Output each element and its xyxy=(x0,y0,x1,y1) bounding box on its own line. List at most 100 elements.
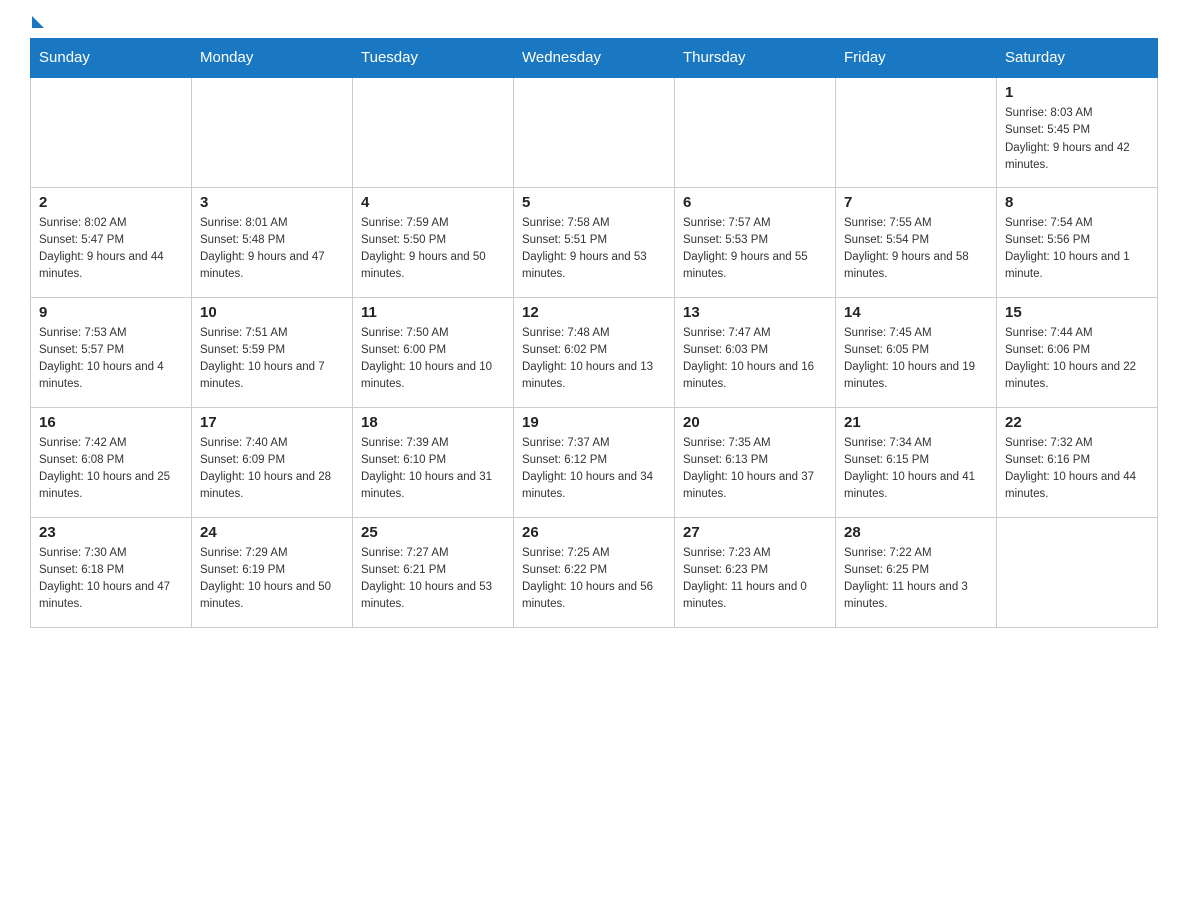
day-number: 28 xyxy=(844,524,988,541)
calendar-cell: 22 Sunrise: 7:32 AM Sunset: 6:16 PM Dayli… xyxy=(997,407,1158,517)
day-number: 16 xyxy=(39,414,183,431)
day-number: 13 xyxy=(683,304,827,321)
calendar-week-row: 2 Sunrise: 8:02 AM Sunset: 5:47 PM Daylig… xyxy=(31,187,1158,297)
day-of-week-header: Monday xyxy=(192,39,353,78)
day-number: 10 xyxy=(200,304,344,321)
day-info: Sunrise: 7:53 AM Sunset: 5:57 PM Dayligh… xyxy=(39,325,183,394)
calendar-cell xyxy=(514,77,675,187)
day-info: Sunrise: 7:54 AM Sunset: 5:56 PM Dayligh… xyxy=(1005,215,1149,284)
day-number: 7 xyxy=(844,194,988,211)
calendar-cell xyxy=(192,77,353,187)
day-info: Sunrise: 7:34 AM Sunset: 6:15 PM Dayligh… xyxy=(844,435,988,504)
day-info: Sunrise: 7:55 AM Sunset: 5:54 PM Dayligh… xyxy=(844,215,988,284)
day-number: 19 xyxy=(522,414,666,431)
logo-arrow-icon xyxy=(32,16,44,28)
day-number: 27 xyxy=(683,524,827,541)
day-number: 12 xyxy=(522,304,666,321)
calendar-cell: 3Sunrise: 8:01 AM Sunset: 5:48 PM Daylig… xyxy=(192,187,353,297)
day-of-week-header: Tuesday xyxy=(353,39,514,78)
calendar-cell: 17 Sunrise: 7:40 AM Sunset: 6:09 PM Dayli… xyxy=(192,407,353,517)
calendar-cell: 14 Sunrise: 7:45 AM Sunset: 6:05 PM Dayli… xyxy=(836,297,997,407)
calendar-cell: 5Sunrise: 7:58 AM Sunset: 5:51 PM Daylig… xyxy=(514,187,675,297)
page-header xyxy=(30,20,1158,28)
day-info: Sunrise: 7:57 AM Sunset: 5:53 PM Dayligh… xyxy=(683,215,827,284)
calendar-cell: 28 Sunrise: 7:22 AM Sunset: 6:25 PM Dayli… xyxy=(836,517,997,627)
calendar-cell xyxy=(997,517,1158,627)
day-info: Sunrise: 7:23 AM Sunset: 6:23 PM Dayligh… xyxy=(683,545,827,614)
day-number: 24 xyxy=(200,524,344,541)
calendar-cell: 8 Sunrise: 7:54 AM Sunset: 5:56 PM Daylig… xyxy=(997,187,1158,297)
day-of-week-header: Saturday xyxy=(997,39,1158,78)
day-number: 9 xyxy=(39,304,183,321)
day-info: Sunrise: 7:50 AM Sunset: 6:00 PM Dayligh… xyxy=(361,325,505,394)
calendar-cell: 2 Sunrise: 8:02 AM Sunset: 5:47 PM Daylig… xyxy=(31,187,192,297)
calendar-cell: 18 Sunrise: 7:39 AM Sunset: 6:10 PM Dayli… xyxy=(353,407,514,517)
calendar-cell xyxy=(31,77,192,187)
calendar-cell xyxy=(353,77,514,187)
calendar-cell xyxy=(836,77,997,187)
day-info: Sunrise: 7:27 AM Sunset: 6:21 PM Dayligh… xyxy=(361,545,505,614)
calendar-cell: 24 Sunrise: 7:29 AM Sunset: 6:19 PM Dayli… xyxy=(192,517,353,627)
day-info: Sunrise: 7:59 AM Sunset: 5:50 PM Dayligh… xyxy=(361,215,505,284)
calendar-cell: 11Sunrise: 7:50 AM Sunset: 6:00 PM Dayli… xyxy=(353,297,514,407)
calendar-cell: 26 Sunrise: 7:25 AM Sunset: 6:22 PM Dayli… xyxy=(514,517,675,627)
day-info: Sunrise: 7:39 AM Sunset: 6:10 PM Dayligh… xyxy=(361,435,505,504)
calendar-week-row: 16 Sunrise: 7:42 AM Sunset: 6:08 PM Dayli… xyxy=(31,407,1158,517)
day-number: 14 xyxy=(844,304,988,321)
day-of-week-header: Sunday xyxy=(31,39,192,78)
day-number: 8 xyxy=(1005,194,1149,211)
day-number: 21 xyxy=(844,414,988,431)
day-info: Sunrise: 7:40 AM Sunset: 6:09 PM Dayligh… xyxy=(200,435,344,504)
day-info: Sunrise: 7:51 AM Sunset: 5:59 PM Dayligh… xyxy=(200,325,344,394)
calendar-cell xyxy=(675,77,836,187)
calendar-cell: 4 Sunrise: 7:59 AM Sunset: 5:50 PM Daylig… xyxy=(353,187,514,297)
day-info: Sunrise: 7:44 AM Sunset: 6:06 PM Dayligh… xyxy=(1005,325,1149,394)
day-of-week-header: Friday xyxy=(836,39,997,78)
day-number: 2 xyxy=(39,194,183,211)
day-number: 17 xyxy=(200,414,344,431)
day-info: Sunrise: 7:35 AM Sunset: 6:13 PM Dayligh… xyxy=(683,435,827,504)
calendar-cell: 12Sunrise: 7:48 AM Sunset: 6:02 PM Dayli… xyxy=(514,297,675,407)
calendar-cell: 1 Sunrise: 8:03 AM Sunset: 5:45 PM Daylig… xyxy=(997,77,1158,187)
calendar-cell: 25 Sunrise: 7:27 AM Sunset: 6:21 PM Dayli… xyxy=(353,517,514,627)
day-number: 22 xyxy=(1005,414,1149,431)
day-info: Sunrise: 7:58 AM Sunset: 5:51 PM Dayligh… xyxy=(522,215,666,284)
day-number: 20 xyxy=(683,414,827,431)
day-number: 4 xyxy=(361,194,505,211)
day-number: 23 xyxy=(39,524,183,541)
calendar-header-row: SundayMondayTuesdayWednesdayThursdayFrid… xyxy=(31,39,1158,78)
day-number: 26 xyxy=(522,524,666,541)
day-of-week-header: Thursday xyxy=(675,39,836,78)
calendar-cell: 10 Sunrise: 7:51 AM Sunset: 5:59 PM Dayli… xyxy=(192,297,353,407)
day-info: Sunrise: 7:22 AM Sunset: 6:25 PM Dayligh… xyxy=(844,545,988,614)
calendar-week-row: 1 Sunrise: 8:03 AM Sunset: 5:45 PM Daylig… xyxy=(31,77,1158,187)
day-number: 3 xyxy=(200,194,344,211)
calendar-cell: 13 Sunrise: 7:47 AM Sunset: 6:03 PM Dayli… xyxy=(675,297,836,407)
day-info: Sunrise: 8:03 AM Sunset: 5:45 PM Dayligh… xyxy=(1005,105,1149,174)
calendar-cell: 6Sunrise: 7:57 AM Sunset: 5:53 PM Daylig… xyxy=(675,187,836,297)
day-info: Sunrise: 7:45 AM Sunset: 6:05 PM Dayligh… xyxy=(844,325,988,394)
calendar-cell: 20 Sunrise: 7:35 AM Sunset: 6:13 PM Dayli… xyxy=(675,407,836,517)
calendar-cell: 21 Sunrise: 7:34 AM Sunset: 6:15 PM Dayli… xyxy=(836,407,997,517)
day-info: Sunrise: 7:42 AM Sunset: 6:08 PM Dayligh… xyxy=(39,435,183,504)
day-info: Sunrise: 7:29 AM Sunset: 6:19 PM Dayligh… xyxy=(200,545,344,614)
day-number: 25 xyxy=(361,524,505,541)
calendar-cell: 19 Sunrise: 7:37 AM Sunset: 6:12 PM Dayli… xyxy=(514,407,675,517)
calendar-week-row: 23 Sunrise: 7:30 AM Sunset: 6:18 PM Dayli… xyxy=(31,517,1158,627)
calendar-cell: 27 Sunrise: 7:23 AM Sunset: 6:23 PM Dayli… xyxy=(675,517,836,627)
day-info: Sunrise: 7:32 AM Sunset: 6:16 PM Dayligh… xyxy=(1005,435,1149,504)
day-info: Sunrise: 7:37 AM Sunset: 6:12 PM Dayligh… xyxy=(522,435,666,504)
calendar-cell: 15 Sunrise: 7:44 AM Sunset: 6:06 PM Dayli… xyxy=(997,297,1158,407)
day-number: 15 xyxy=(1005,304,1149,321)
calendar-cell: 16 Sunrise: 7:42 AM Sunset: 6:08 PM Dayli… xyxy=(31,407,192,517)
calendar-cell: 23 Sunrise: 7:30 AM Sunset: 6:18 PM Dayli… xyxy=(31,517,192,627)
calendar-week-row: 9 Sunrise: 7:53 AM Sunset: 5:57 PM Daylig… xyxy=(31,297,1158,407)
day-of-week-header: Wednesday xyxy=(514,39,675,78)
day-number: 1 xyxy=(1005,84,1149,101)
calendar-table: SundayMondayTuesdayWednesdayThursdayFrid… xyxy=(30,38,1158,628)
day-info: Sunrise: 7:47 AM Sunset: 6:03 PM Dayligh… xyxy=(683,325,827,394)
day-info: Sunrise: 8:02 AM Sunset: 5:47 PM Dayligh… xyxy=(39,215,183,284)
day-info: Sunrise: 7:25 AM Sunset: 6:22 PM Dayligh… xyxy=(522,545,666,614)
day-info: Sunrise: 7:30 AM Sunset: 6:18 PM Dayligh… xyxy=(39,545,183,614)
day-number: 18 xyxy=(361,414,505,431)
